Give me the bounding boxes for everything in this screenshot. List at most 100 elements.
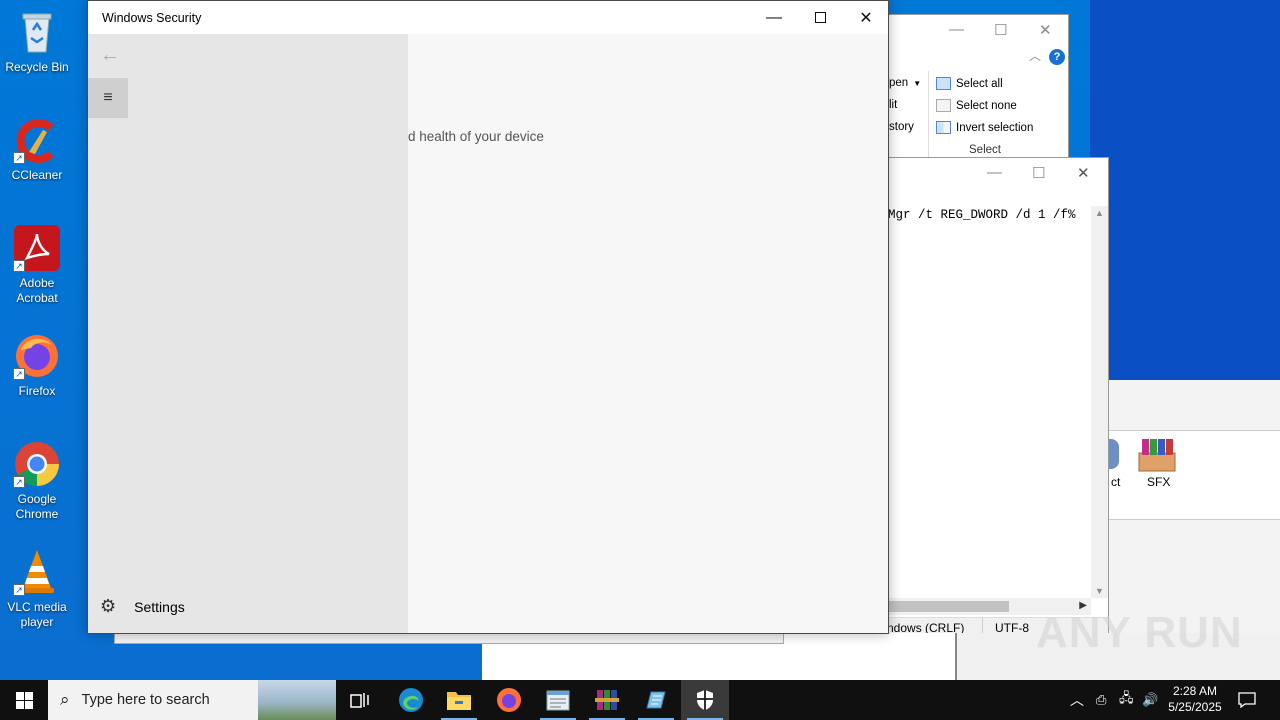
maximize-icon[interactable]: ☐ — [994, 21, 1007, 39]
file-explorer-window[interactable]: — ☐ ✕ ︿ ? pen ▼ lit story Select all Sele… — [860, 14, 1069, 164]
close-button[interactable]: ✕ — [843, 1, 889, 34]
desktop-icon-label: Google Chrome — [15, 492, 59, 521]
search-icon: ⌕ — [60, 690, 70, 709]
ribbon-open-button[interactable]: pen ▼ — [889, 77, 921, 89]
shortcut-arrow-icon: ↗ — [13, 476, 25, 488]
ribbon-edit-button[interactable]: lit — [889, 99, 897, 111]
notepad-icon — [546, 690, 570, 711]
scroll-up-arrow-icon[interactable]: ▲ — [1095, 208, 1104, 218]
maximize-icon[interactable]: ☐ — [1032, 164, 1045, 182]
navigation-sidebar: ← ≡ ⚙ Settings — [88, 34, 408, 633]
desktop-icon-label: Adobe Acrobat — [16, 276, 58, 305]
tray-device-icon-button[interactable]: ⎙ — [1096, 680, 1106, 720]
recycle-bin-icon — [13, 8, 61, 56]
dropdown-arrow-icon: ▼ — [913, 78, 922, 88]
taskbar-firefox[interactable] — [485, 680, 533, 720]
scroll-down-arrow-icon[interactable]: ▼ — [1095, 586, 1104, 596]
scrollbar-thumb[interactable] — [889, 601, 1009, 612]
desktop-wallpaper-section — [1090, 0, 1280, 380]
notification-icon — [1238, 692, 1256, 708]
taskbar-edge[interactable] — [387, 680, 435, 720]
minimize-icon[interactable]: — — [949, 21, 964, 38]
desktop-icon-label: CCleaner — [11, 168, 63, 182]
close-icon[interactable]: ✕ — [1039, 21, 1052, 39]
invert-selection-button[interactable]: Invert selection — [936, 121, 1033, 134]
explorer-titlebar[interactable]: — ☐ ✕ — [861, 15, 1068, 45]
network-icon: 🖧 — [1119, 690, 1134, 705]
search-highlight-image — [258, 680, 336, 720]
help-icon[interactable]: ? — [1049, 49, 1065, 65]
acrobat-icon: ↗ — [13, 224, 61, 272]
show-hidden-icons-button[interactable]: ︿ — [1070, 680, 1084, 720]
desktop-icon-firefox[interactable]: ↗ Firefox — [0, 332, 74, 399]
taskbar-file-explorer[interactable] — [435, 680, 483, 720]
main-content: d health of your device — [408, 34, 888, 633]
toolbar-extract-label: ct — [1111, 475, 1121, 489]
vertical-scrollbar[interactable]: ▲ ▼ — [1091, 206, 1108, 598]
edge-icon — [399, 688, 423, 712]
select-all-label: Select all — [956, 77, 1003, 90]
taskbar-search-box[interactable]: ⌕ Type here to search — [48, 680, 336, 720]
action-center-button[interactable] — [1238, 680, 1256, 720]
desktop-icon-label: VLC media player — [7, 600, 67, 629]
chevron-up-icon[interactable]: ︿ — [1029, 47, 1041, 64]
select-none-icon — [936, 99, 951, 112]
notepad-pen-icon — [646, 691, 666, 709]
shortcut-arrow-icon: ↗ — [13, 152, 25, 164]
back-button[interactable]: ← — [100, 44, 120, 67]
minimize-icon[interactable]: — — [987, 164, 1002, 181]
shortcut-arrow-icon: ↗ — [13, 260, 25, 272]
taskbar-clock[interactable]: 2:28 AM 5/25/2025 — [1160, 683, 1230, 715]
window-titlebar[interactable]: Windows Security — ✕ — [88, 1, 888, 34]
volume-button[interactable]: 🔊 — [1142, 680, 1158, 720]
ribbon-history-label: story — [889, 121, 914, 133]
desktop-icon-google-chrome[interactable]: ↗ Google Chrome — [0, 440, 74, 522]
task-view-icon — [350, 693, 369, 708]
toolbar-sfx-label: SFX — [1147, 475, 1171, 489]
task-view-button[interactable] — [336, 680, 384, 720]
ribbon-divider — [928, 71, 929, 159]
shortcut-arrow-icon: ↗ — [13, 368, 25, 380]
ribbon-history-button[interactable]: story — [889, 121, 914, 133]
desktop-icon-recycle-bin[interactable]: Recycle Bin — [0, 8, 74, 75]
desktop-icon-label: Recycle Bin — [5, 60, 69, 74]
desktop-icon-label: Firefox — [18, 384, 56, 398]
windows-security-window[interactable]: Windows Security — ✕ ← ≡ ⚙ Settings d he… — [87, 0, 889, 634]
maximize-button[interactable] — [797, 1, 843, 34]
firefox-icon: ↗ — [13, 332, 61, 380]
sfx-icon[interactable] — [1136, 437, 1178, 473]
taskbar-notepad-2[interactable] — [632, 680, 680, 720]
select-none-label: Select none — [956, 99, 1017, 112]
close-icon[interactable]: ✕ — [1077, 164, 1090, 182]
hamburger-menu-button[interactable]: ≡ — [88, 78, 128, 118]
desktop: Recycle Bin ↗ CCleaner ↗ Adobe Acrobat ↗… — [0, 0, 1280, 680]
clock-time: 2:28 AM — [1172, 684, 1218, 698]
search-placeholder: Type here to search — [81, 692, 210, 708]
usb-device-icon: ⎙ — [1096, 692, 1107, 707]
notepad-window[interactable]: — ☐ ✕ Mgr /t REG_DWORD /d 1 /f% ▲ ▼ ▶ nd… — [868, 157, 1109, 638]
select-all-icon — [936, 77, 951, 90]
ribbon-group-label: Select — [969, 144, 1001, 156]
back-arrow-icon: ← — [100, 44, 120, 66]
settings-nav-item[interactable]: ⚙ Settings — [100, 596, 185, 617]
taskbar-notepad[interactable] — [534, 680, 582, 720]
ribbon-open-label: pen — [889, 77, 909, 89]
desktop-icon-ccleaner[interactable]: ↗ CCleaner — [0, 116, 74, 183]
taskbar-winrar[interactable] — [583, 680, 631, 720]
start-button[interactable] — [0, 680, 48, 720]
windows-logo-icon — [15, 691, 33, 709]
select-none-button[interactable]: Select none — [936, 99, 1017, 112]
hamburger-menu-icon: ≡ — [103, 89, 113, 106]
winrar-toolbar: ct SFX — [1109, 430, 1280, 520]
minimize-button[interactable]: — — [751, 1, 797, 34]
select-all-button[interactable]: Select all — [936, 77, 1003, 90]
desktop-icon-vlc[interactable]: ↗ VLC media player — [0, 548, 74, 630]
network-button[interactable]: 🖧 — [1119, 680, 1134, 720]
desktop-icon-adobe-acrobat[interactable]: ↗ Adobe Acrobat — [0, 224, 74, 306]
ribbon-edit-label: lit — [889, 99, 898, 111]
taskbar: ⌕ Type here to search ︿ ⎙ 🖧 🔊 2:28 AM 5/… — [0, 680, 1280, 720]
notepad-text-area[interactable]: Mgr /t REG_DWORD /d 1 /f% — [888, 208, 1076, 222]
vlc-icon: ↗ — [13, 548, 61, 596]
invert-selection-label: Invert selection — [956, 121, 1034, 134]
taskbar-windows-security[interactable] — [681, 680, 729, 720]
